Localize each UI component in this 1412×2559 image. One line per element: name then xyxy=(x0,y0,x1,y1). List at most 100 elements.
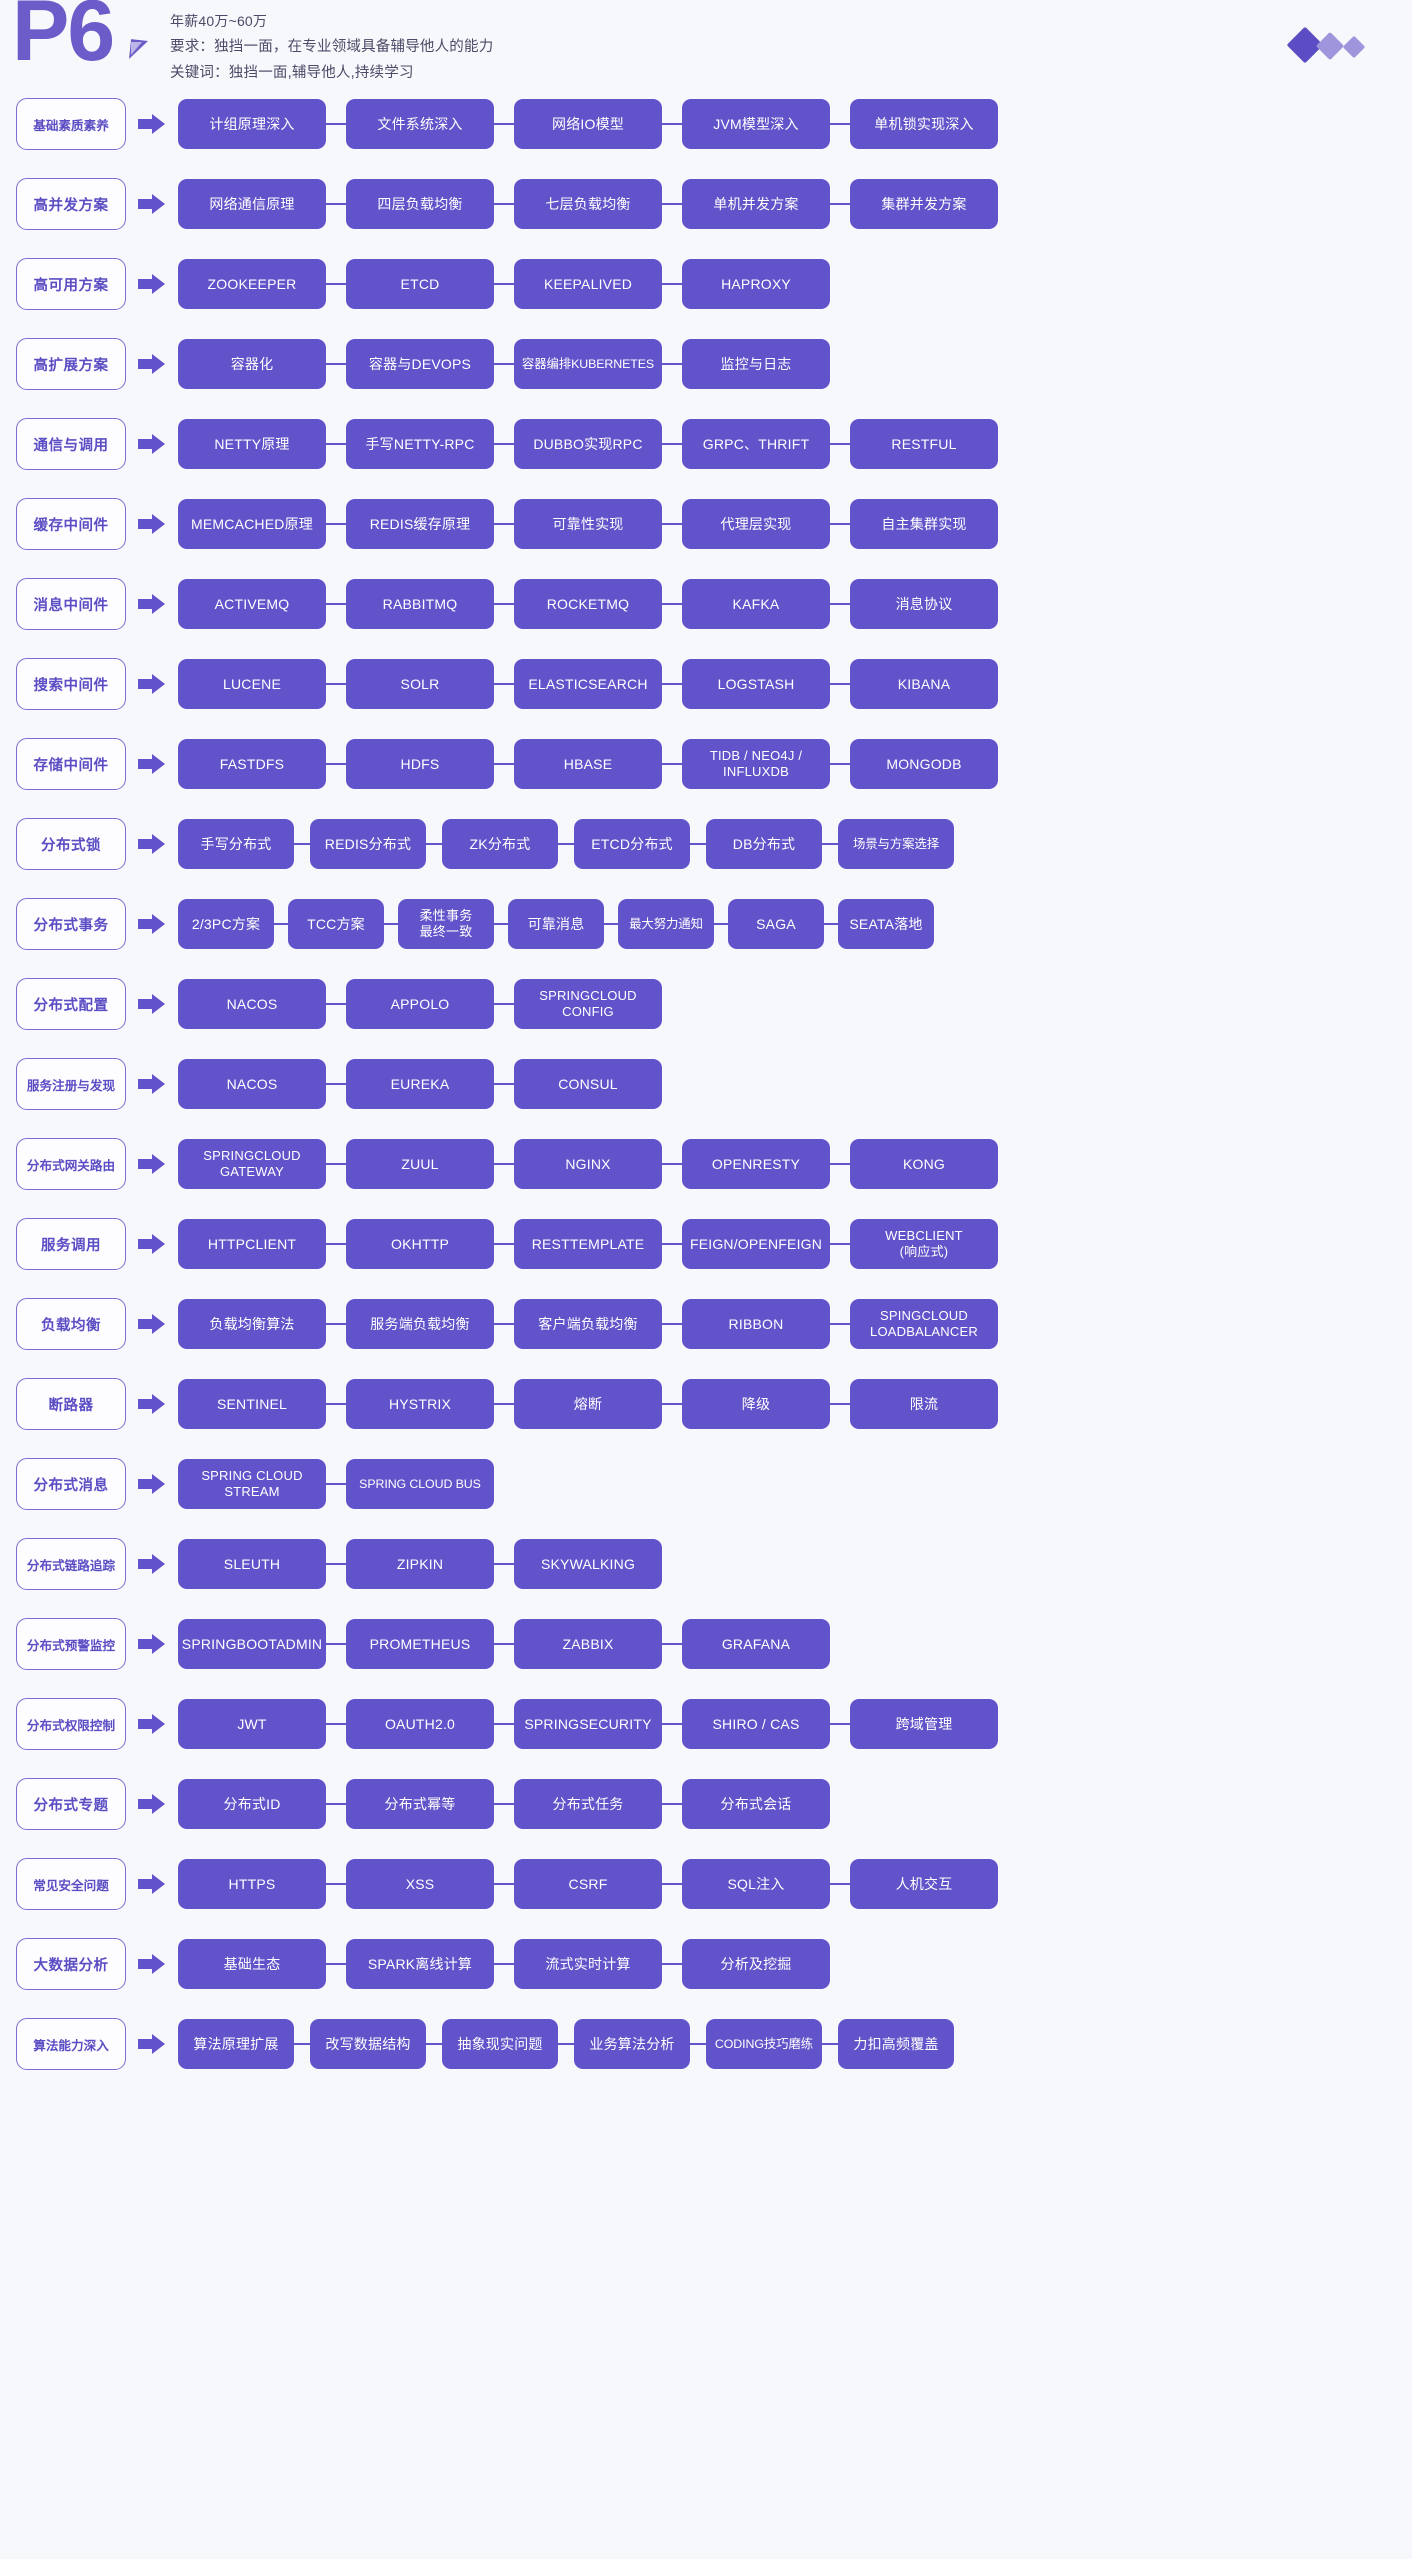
skill-node[interactable]: 熔断 xyxy=(514,1379,662,1429)
skill-node[interactable]: NETTY原理 xyxy=(178,419,326,469)
skill-node[interactable]: CONSUL xyxy=(514,1059,662,1109)
skill-node[interactable]: 手写NETTY-RPC xyxy=(346,419,494,469)
row-label[interactable]: 分布式网关路由 xyxy=(16,1138,126,1190)
skill-node[interactable]: SPRING CLOUD BUS xyxy=(346,1459,494,1509)
skill-node[interactable]: SOLR xyxy=(346,659,494,709)
skill-node[interactable]: HDFS xyxy=(346,739,494,789)
skill-node[interactable]: SAGA xyxy=(728,899,824,949)
skill-node[interactable]: 文件系统深入 xyxy=(346,99,494,149)
skill-node[interactable]: HTTPCLIENT xyxy=(178,1219,326,1269)
skill-node[interactable]: NACOS xyxy=(178,979,326,1029)
skill-node[interactable]: HYSTRIX xyxy=(346,1379,494,1429)
skill-node[interactable]: TCC方案 xyxy=(288,899,384,949)
skill-node[interactable]: SEATA落地 xyxy=(838,899,934,949)
skill-node[interactable]: 单机并发方案 xyxy=(682,179,830,229)
skill-node[interactable]: 柔性事务 最终一致 xyxy=(398,899,494,949)
skill-node[interactable]: MEMCACHED原理 xyxy=(178,499,326,549)
skill-node[interactable]: GRPC、THRIFT xyxy=(682,419,830,469)
skill-node[interactable]: SPRINGBOOTADMIN xyxy=(178,1619,326,1669)
row-label[interactable]: 搜索中间件 xyxy=(16,658,126,710)
skill-node[interactable]: 分布式ID xyxy=(178,1779,326,1829)
row-label[interactable]: 高扩展方案 xyxy=(16,338,126,390)
skill-node[interactable]: 分布式会话 xyxy=(682,1779,830,1829)
skill-node[interactable]: JVM模型深入 xyxy=(682,99,830,149)
row-label[interactable]: 缓存中间件 xyxy=(16,498,126,550)
skill-node[interactable]: OAUTH2.0 xyxy=(346,1699,494,1749)
skill-node[interactable]: 改写数据结构 xyxy=(310,2019,426,2069)
skill-node[interactable]: 基础生态 xyxy=(178,1939,326,1989)
skill-node[interactable]: 跨域管理 xyxy=(850,1699,998,1749)
skill-node[interactable]: 流式实时计算 xyxy=(514,1939,662,1989)
skill-node[interactable]: 分布式幂等 xyxy=(346,1779,494,1829)
skill-node[interactable]: SPARK离线计算 xyxy=(346,1939,494,1989)
skill-node[interactable]: APPOLO xyxy=(346,979,494,1029)
skill-node[interactable]: RIBBON xyxy=(682,1299,830,1349)
skill-node[interactable]: GRAFANA xyxy=(682,1619,830,1669)
row-label[interactable]: 分布式链路追踪 xyxy=(16,1538,126,1590)
row-label[interactable]: 分布式事务 xyxy=(16,898,126,950)
skill-node[interactable]: 分析及挖掘 xyxy=(682,1939,830,1989)
row-label[interactable]: 基础素质素养 xyxy=(16,98,126,150)
skill-node[interactable]: 计组原理深入 xyxy=(178,99,326,149)
skill-node[interactable]: 人机交互 xyxy=(850,1859,998,1909)
row-label[interactable]: 高并发方案 xyxy=(16,178,126,230)
skill-node[interactable]: HAPROXY xyxy=(682,259,830,309)
skill-node[interactable]: 2/3PC方案 xyxy=(178,899,274,949)
skill-node[interactable]: 限流 xyxy=(850,1379,998,1429)
skill-node[interactable]: REDIS分布式 xyxy=(310,819,426,869)
skill-node[interactable]: HTTPS xyxy=(178,1859,326,1909)
skill-node[interactable]: 自主集群实现 xyxy=(850,499,998,549)
row-label[interactable]: 分布式配置 xyxy=(16,978,126,1030)
skill-node[interactable]: SPINGCLOUD LOADBALANCER xyxy=(850,1299,998,1349)
skill-node[interactable]: 服务端负载均衡 xyxy=(346,1299,494,1349)
skill-node[interactable]: TIDB / NEO4J / INFLUXDB xyxy=(682,739,830,789)
skill-node[interactable]: KAFKA xyxy=(682,579,830,629)
skill-node[interactable]: ETCD分布式 xyxy=(574,819,690,869)
skill-node[interactable]: ROCKETMQ xyxy=(514,579,662,629)
skill-node[interactable]: SLEUTH xyxy=(178,1539,326,1589)
skill-node[interactable]: OPENRESTY xyxy=(682,1139,830,1189)
skill-node[interactable]: XSS xyxy=(346,1859,494,1909)
skill-node[interactable]: ZOOKEEPER xyxy=(178,259,326,309)
row-label[interactable]: 服务调用 xyxy=(16,1218,126,1270)
row-label[interactable]: 分布式锁 xyxy=(16,818,126,870)
skill-node[interactable]: 力扣高频覆盖 xyxy=(838,2019,954,2069)
skill-node[interactable]: ZIPKIN xyxy=(346,1539,494,1589)
skill-node[interactable]: LUCENE xyxy=(178,659,326,709)
skill-node[interactable]: RESTTEMPLATE xyxy=(514,1219,662,1269)
skill-node[interactable]: FASTDFS xyxy=(178,739,326,789)
skill-node[interactable]: ELASTICSEARCH xyxy=(514,659,662,709)
skill-node[interactable]: SPRINGSECURITY xyxy=(514,1699,662,1749)
skill-node[interactable]: 可靠性实现 xyxy=(514,499,662,549)
skill-node[interactable]: PROMETHEUS xyxy=(346,1619,494,1669)
skill-node[interactable]: 容器与DEVOPS xyxy=(346,339,494,389)
skill-node[interactable]: NGINX xyxy=(514,1139,662,1189)
row-label[interactable]: 分布式专题 xyxy=(16,1778,126,1830)
skill-node[interactable]: KIBANA xyxy=(850,659,998,709)
skill-node[interactable]: EUREKA xyxy=(346,1059,494,1109)
skill-node[interactable]: OKHTTP xyxy=(346,1219,494,1269)
skill-node[interactable]: CODING技巧磨练 xyxy=(706,2019,822,2069)
skill-node[interactable]: 算法原理扩展 xyxy=(178,2019,294,2069)
skill-node[interactable]: 消息协议 xyxy=(850,579,998,629)
skill-node[interactable]: FEIGN/OPENFEIGN xyxy=(682,1219,830,1269)
skill-node[interactable]: 可靠消息 xyxy=(508,899,604,949)
skill-node[interactable]: HBASE xyxy=(514,739,662,789)
skill-node[interactable]: 负载均衡算法 xyxy=(178,1299,326,1349)
skill-node[interactable]: 单机锁实现深入 xyxy=(850,99,998,149)
skill-node[interactable]: 集群并发方案 xyxy=(850,179,998,229)
skill-node[interactable]: SKYWALKING xyxy=(514,1539,662,1589)
row-label[interactable]: 服务注册与发现 xyxy=(16,1058,126,1110)
skill-node[interactable]: ETCD xyxy=(346,259,494,309)
skill-node[interactable]: 监控与日志 xyxy=(682,339,830,389)
skill-node[interactable]: 网络通信原理 xyxy=(178,179,326,229)
skill-node[interactable]: DB分布式 xyxy=(706,819,822,869)
skill-node[interactable]: 客户端负载均衡 xyxy=(514,1299,662,1349)
skill-node[interactable]: ZABBIX xyxy=(514,1619,662,1669)
skill-node[interactable]: 降级 xyxy=(682,1379,830,1429)
row-label[interactable]: 算法能力深入 xyxy=(16,2018,126,2070)
row-label[interactable]: 常见安全问题 xyxy=(16,1858,126,1910)
skill-node[interactable]: 四层负载均衡 xyxy=(346,179,494,229)
skill-node[interactable]: JWT xyxy=(178,1699,326,1749)
row-label[interactable]: 分布式消息 xyxy=(16,1458,126,1510)
